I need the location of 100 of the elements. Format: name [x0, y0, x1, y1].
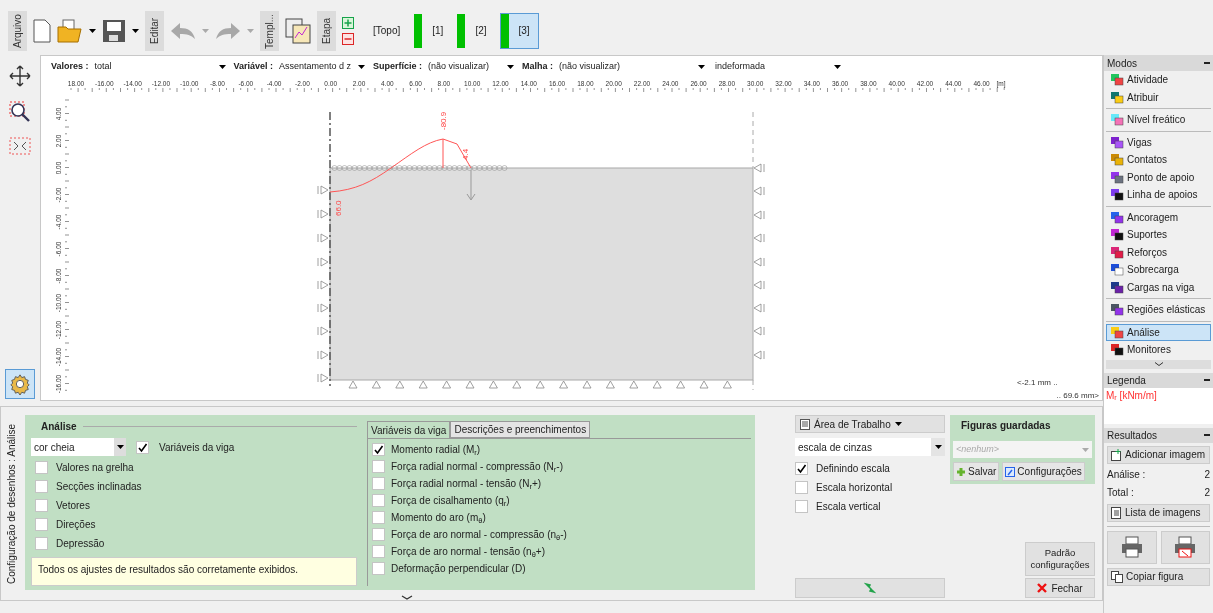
mode-item[interactable]: Linha de apoios — [1106, 186, 1211, 204]
mode-item[interactable]: Contatos — [1106, 151, 1211, 169]
open-folder-icon[interactable] — [57, 18, 83, 43]
support-icon — [723, 380, 732, 389]
moment-value: 4.4 — [461, 148, 470, 160]
default-settings-button[interactable]: Padrão configurações — [1025, 542, 1095, 576]
minimize-icon[interactable] — [1204, 378, 1210, 382]
moment-value: -80.9 — [439, 111, 448, 130]
support-icon — [348, 380, 358, 389]
print-button[interactable] — [1107, 530, 1157, 564]
workspace-menu[interactable]: Área de Trabalho — [795, 415, 945, 433]
stage-tab[interactable]: [2] — [456, 12, 496, 49]
add-icon[interactable] — [342, 16, 354, 29]
count-value: 2 — [1204, 468, 1210, 482]
save-button[interactable]: Salvar — [953, 462, 1000, 481]
minimize-icon[interactable] — [1204, 433, 1210, 437]
caret-icon — [834, 65, 842, 69]
copy-figure-button[interactable]: Copiar figura — [1107, 567, 1210, 586]
mode-icon — [1110, 210, 1124, 224]
option-label: Valores na grelha — [56, 461, 134, 475]
settings-button[interactable] — [5, 369, 35, 399]
option-label: Escala vertical — [816, 499, 881, 514]
panel-title: Legenda — [1107, 373, 1146, 388]
mode-item[interactable]: Ponto de apoio — [1106, 168, 1211, 186]
panel-tab[interactable]: Descrições e preenchimentos — [450, 421, 591, 438]
checkbox[interactable] — [372, 460, 385, 473]
checkbox[interactable] — [372, 545, 385, 558]
checkbox[interactable] — [35, 461, 48, 474]
chevron-icon — [1153, 362, 1164, 366]
checkbox[interactable] — [35, 537, 48, 550]
option-label: Deformação perpendicular (D) — [391, 562, 526, 576]
legend-entry: M$_{r}$ [kNm/m] — [1106, 388, 1158, 403]
support-icon — [753, 186, 765, 196]
option-label: Momento radial (M$_{r}$) — [391, 443, 481, 457]
support-icon — [699, 380, 709, 389]
close-button[interactable]: Fechar — [1025, 578, 1095, 598]
minimize-icon[interactable] — [1204, 61, 1210, 65]
mode-item[interactable]: Vigas — [1106, 133, 1211, 151]
support-icon — [317, 257, 329, 267]
color-select[interactable]: escala de cinzas — [795, 438, 945, 456]
configurations-button[interactable]: Configurações — [1002, 462, 1085, 481]
add-image-button[interactable]: Adicionar imagem — [1107, 445, 1210, 464]
checkbox[interactable] — [35, 480, 48, 493]
checkbox[interactable] — [35, 499, 48, 512]
support-icon — [753, 326, 765, 336]
support-icon — [582, 380, 592, 389]
checkbox[interactable] — [372, 494, 385, 507]
checkbox[interactable] — [372, 477, 385, 490]
mode-icon — [1110, 90, 1124, 104]
checkbox[interactable] — [795, 480, 808, 494]
zoom-icon[interactable] — [9, 101, 31, 123]
collapse-icon[interactable] — [401, 595, 413, 600]
support-icon — [676, 380, 685, 389]
group-title: Figuras guardadas — [960, 419, 1052, 433]
caret-icon — [247, 28, 254, 33]
caret-icon — [202, 28, 209, 33]
fill-select[interactable]: cor cheia — [31, 438, 126, 456]
mode-item[interactable]: Monitores — [1106, 341, 1211, 359]
stage-tab[interactable]: [Topo] — [372, 12, 410, 49]
fit-view-icon[interactable] — [9, 137, 31, 155]
mode-item[interactable]: Sobrecarga — [1106, 261, 1211, 279]
mode-item[interactable]: Suportes — [1106, 226, 1211, 244]
mode-item[interactable]: Atividade — [1106, 71, 1211, 89]
support-icon — [559, 380, 568, 389]
control-label: Superfície : — [373, 60, 423, 74]
new-document-icon[interactable] — [33, 18, 51, 43]
checkbox[interactable] — [136, 440, 149, 454]
save-icon[interactable] — [102, 18, 126, 43]
support-icon — [317, 209, 329, 219]
panel-tab[interactable]: Variáveis da viga — [367, 421, 451, 438]
checkbox[interactable] — [795, 461, 808, 475]
checkbox[interactable] — [372, 511, 385, 524]
remove-icon[interactable] — [342, 32, 354, 45]
template-icon[interactable] — [285, 17, 311, 44]
mode-icon — [1110, 170, 1124, 184]
move-icon[interactable] — [9, 65, 31, 87]
stage-tab[interactable]: [3] — [499, 12, 539, 49]
transform-icon — [864, 582, 876, 594]
mode-item[interactable]: Ancoragem — [1106, 208, 1211, 226]
mode-item[interactable]: Cargas na viga — [1106, 278, 1211, 296]
checkbox[interactable] — [372, 528, 385, 541]
checkbox[interactable] — [35, 518, 48, 531]
image-list-button[interactable]: Lista de imagens — [1107, 503, 1210, 522]
checkbox[interactable] — [372, 562, 385, 575]
stage-tab[interactable]: [1] — [413, 12, 453, 49]
mode-icon — [1110, 263, 1124, 277]
close-icon — [1037, 583, 1048, 593]
print-button[interactable] — [1160, 530, 1210, 564]
mode-item[interactable]: Regiões elásticas — [1106, 301, 1211, 319]
support-icon — [489, 380, 498, 389]
checkbox[interactable] — [372, 443, 385, 456]
mode-item[interactable]: Reforços — [1106, 243, 1211, 261]
mode-item[interactable]: Análise — [1106, 323, 1211, 341]
support-icon — [317, 233, 329, 243]
option-label: Direções — [56, 518, 96, 532]
option-label: Força de aro normal - compressão (n$_{θ}$-) — [391, 528, 567, 542]
checkbox[interactable] — [795, 499, 808, 513]
caret-icon — [1082, 447, 1089, 452]
mode-item[interactable]: Nível freático — [1106, 111, 1211, 129]
mode-item[interactable]: Atribuir — [1106, 88, 1211, 106]
